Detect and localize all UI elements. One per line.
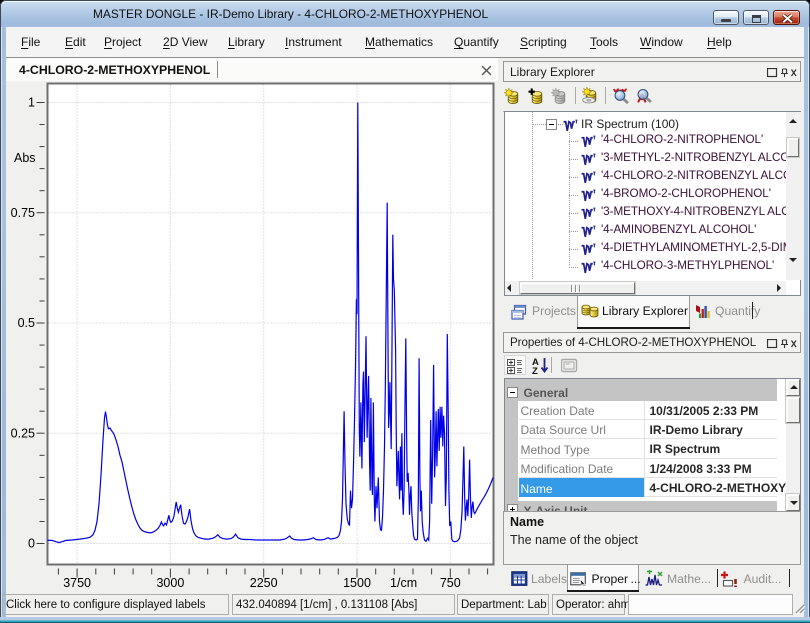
svg-text:2250: 2250 — [250, 576, 278, 590]
svg-text:Z: Z — [532, 366, 538, 375]
svg-text:3000: 3000 — [156, 576, 184, 590]
svg-text:Abs: Abs — [14, 151, 36, 165]
svg-text:1500: 1500 — [343, 576, 371, 590]
svg-text:0.75: 0.75 — [11, 206, 35, 220]
svg-text:0.25: 0.25 — [11, 426, 35, 440]
svg-text:3750: 3750 — [63, 576, 91, 590]
svg-text:0.5: 0.5 — [18, 316, 35, 330]
svg-text:1: 1 — [28, 96, 35, 110]
svg-text:750: 750 — [440, 576, 461, 590]
svg-text:1/cm: 1/cm — [390, 576, 417, 590]
svg-text:0: 0 — [28, 537, 35, 551]
